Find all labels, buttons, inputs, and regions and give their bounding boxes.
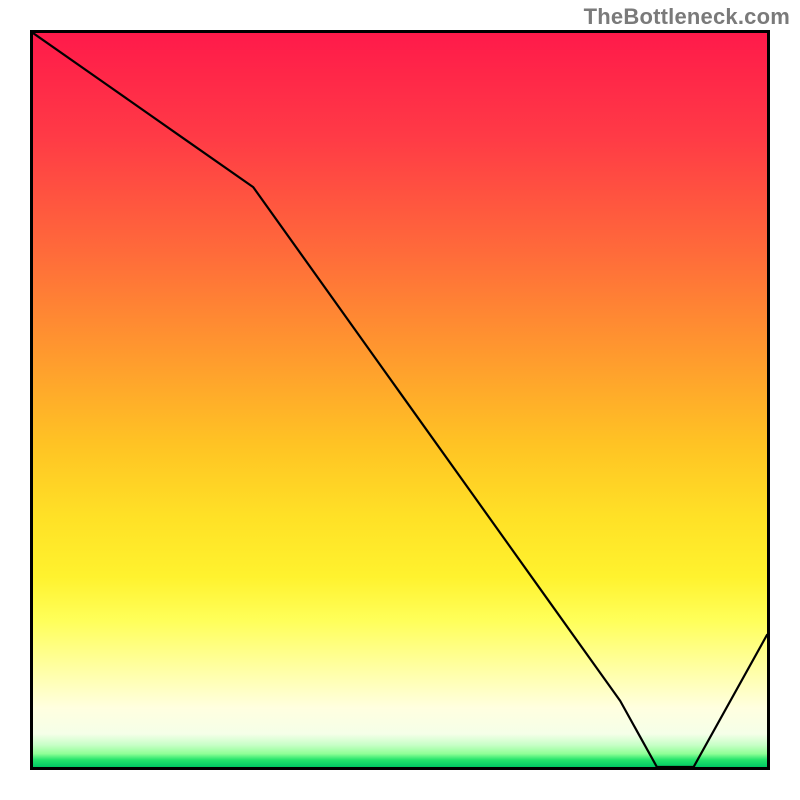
line-chart-svg bbox=[33, 33, 767, 767]
bottleneck-line bbox=[33, 33, 767, 767]
plot-area bbox=[30, 30, 770, 770]
chart-container: TheBottleneck.com bbox=[0, 0, 800, 800]
credit-text: TheBottleneck.com bbox=[584, 4, 790, 30]
